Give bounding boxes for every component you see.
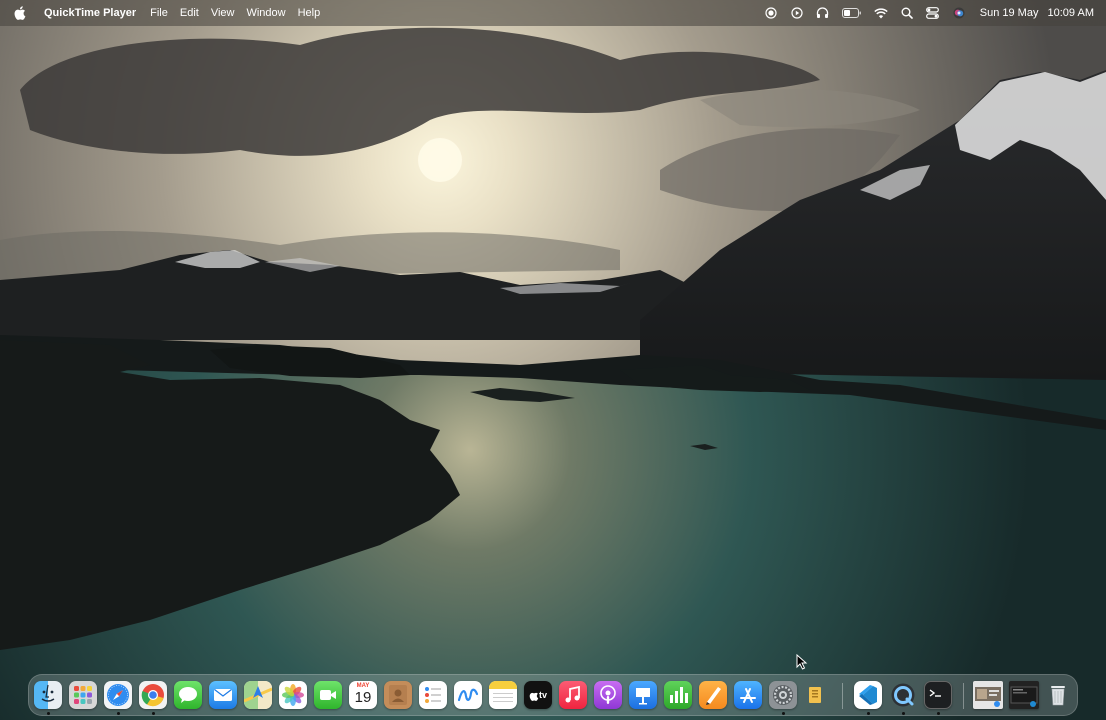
dock-pages-icon[interactable] [699, 681, 727, 709]
control-center-icon[interactable] [924, 4, 942, 22]
dock-document-thumbnail-icon[interactable] [973, 681, 1003, 709]
dock-contacts-icon[interactable] [384, 681, 412, 709]
dock-quicktime-icon[interactable] [889, 681, 917, 709]
dock-maps-icon[interactable] [244, 681, 272, 709]
dock-tv-icon[interactable]: tv [524, 681, 552, 709]
dock-trash-icon[interactable] [1044, 681, 1072, 709]
running-indicator [902, 712, 905, 715]
dock-separator [842, 683, 843, 709]
dock-archive-icon[interactable] [801, 681, 829, 709]
running-indicator [867, 712, 870, 715]
play-icon[interactable] [788, 4, 806, 22]
dock-facetime-icon[interactable] [314, 681, 342, 709]
running-indicator [782, 712, 785, 715]
running-indicator [937, 712, 940, 715]
running-indicator [117, 712, 120, 715]
clock-date: Sun 19 May [979, 7, 1039, 19]
dock-chrome-icon[interactable] [139, 681, 167, 709]
dock-calendar-icon[interactable]: MAY 19 [349, 681, 377, 709]
dock-music-icon[interactable] [559, 681, 587, 709]
dock: MAY 19 tv [28, 674, 1078, 716]
screen-record-icon[interactable] [762, 4, 780, 22]
clock-time: 10:09 AM [1047, 7, 1094, 19]
mouse-cursor-icon [796, 653, 808, 670]
dock-terminal-icon[interactable] [924, 681, 952, 709]
wifi-icon[interactable] [872, 4, 890, 22]
menu-help[interactable]: Help [292, 0, 327, 26]
dock-separator [963, 683, 964, 709]
menu-view[interactable]: View [205, 0, 241, 26]
dock-window-thumbnail-icon[interactable] [1009, 681, 1039, 709]
dock-freeform-icon[interactable] [454, 681, 482, 709]
menubar-clock[interactable]: Sun 19 May 10:09 AM [980, 7, 1094, 19]
running-indicator [47, 712, 50, 715]
menu-bar: QuickTime Player File Edit View Window H… [0, 0, 1106, 26]
menu-file[interactable]: File [144, 0, 174, 26]
desktop-wallpaper [0, 0, 1106, 720]
menu-edit[interactable]: Edit [174, 0, 205, 26]
headphones-icon[interactable] [814, 4, 832, 22]
dock-notes-icon[interactable] [489, 681, 517, 709]
tv-label: tv [538, 690, 547, 700]
dock-messages-icon[interactable] [174, 681, 202, 709]
calendar-day: 19 [354, 689, 372, 706]
dock-photos-icon[interactable] [279, 681, 307, 709]
menu-window[interactable]: Window [240, 0, 291, 26]
siri-icon[interactable] [950, 4, 968, 22]
battery-icon[interactable] [840, 4, 864, 22]
dock-podcasts-icon[interactable] [594, 681, 622, 709]
dock-numbers-icon[interactable] [664, 681, 692, 709]
running-indicator [152, 712, 155, 715]
dock-mail-icon[interactable] [209, 681, 237, 709]
apple-menu-icon[interactable] [14, 6, 28, 20]
dock-safari-icon[interactable] [104, 681, 132, 709]
dock-finder-icon[interactable] [34, 681, 62, 709]
dock-keynote-icon[interactable] [629, 681, 657, 709]
dock-launchpad-icon[interactable] [69, 681, 97, 709]
dock-system-settings-icon[interactable] [769, 681, 797, 709]
dock-vscode-icon[interactable] [854, 681, 882, 709]
dock-reminders-icon[interactable] [419, 681, 447, 709]
search-icon[interactable] [898, 4, 916, 22]
dock-app-store-icon[interactable] [734, 681, 762, 709]
menu-app-name[interactable]: QuickTime Player [38, 0, 144, 26]
